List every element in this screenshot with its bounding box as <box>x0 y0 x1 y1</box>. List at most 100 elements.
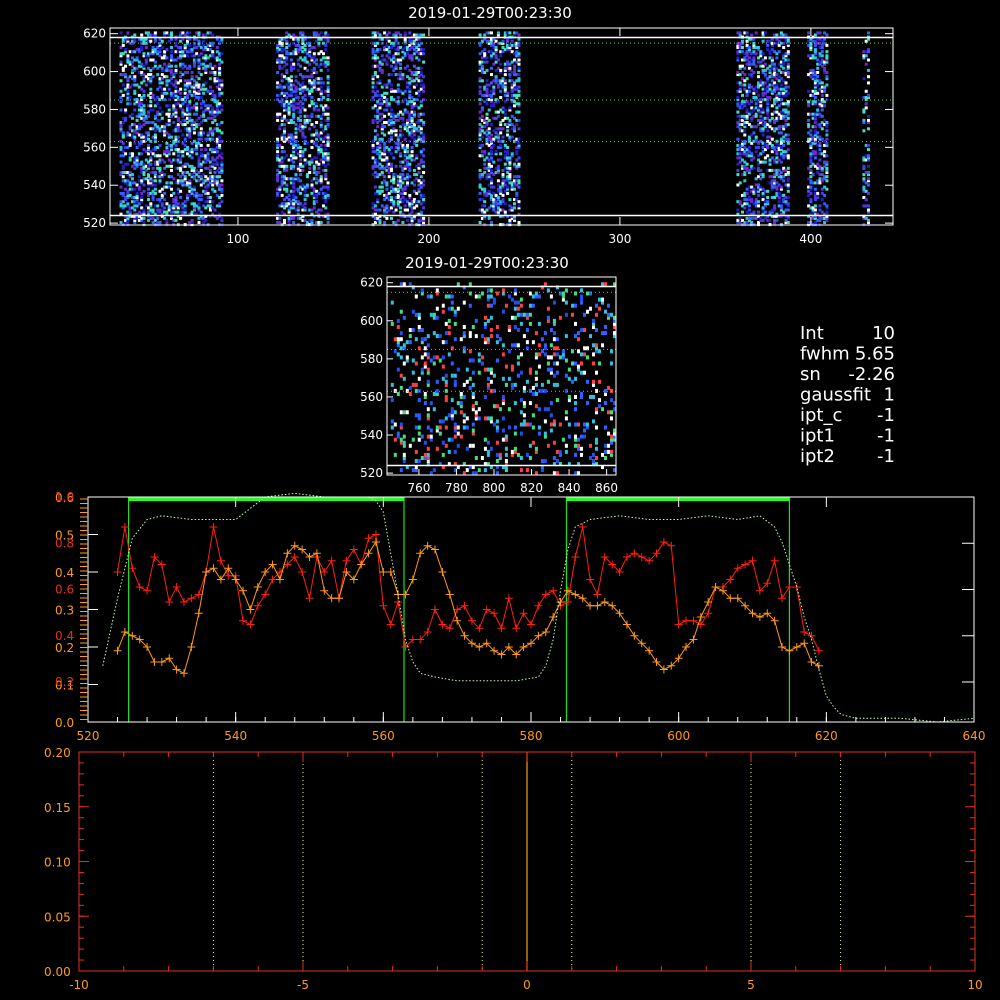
heatmap-cell <box>373 71 377 74</box>
heatmap-cell <box>179 196 183 199</box>
heatmap-cell <box>444 321 448 326</box>
heatmap-cell <box>303 56 307 60</box>
heatmap-cell <box>816 66 820 70</box>
heatmap-cell <box>741 93 744 97</box>
heatmap-cell <box>126 202 130 206</box>
heatmap-cell <box>326 112 330 116</box>
heatmap-cell <box>156 216 160 220</box>
heatmap-cell <box>399 346 403 351</box>
heatmap-cell <box>775 56 779 60</box>
heatmap-cell <box>459 392 463 396</box>
heatmap-cell <box>199 106 203 110</box>
heatmap-cell <box>426 379 430 384</box>
heatmap-cell <box>326 181 330 185</box>
heatmap-cell <box>394 208 398 212</box>
heatmap-cell <box>422 75 426 79</box>
heatmap-cell <box>447 437 451 442</box>
figure-canvas: 2019-01-29T00:23:30 100 200 300 40052054056… <box>44 4 985 992</box>
heatmap-cell <box>499 62 503 66</box>
heatmap-cell <box>417 312 421 317</box>
heatmap-cell <box>163 87 167 91</box>
heatmap-cell <box>422 154 426 158</box>
heatmap-cell <box>319 175 323 179</box>
x-tick-label: 300 <box>608 232 631 246</box>
heatmap-cell <box>503 108 507 112</box>
heatmap-cell <box>199 148 203 152</box>
heatmap-cell <box>422 112 426 116</box>
heatmap-cell <box>287 193 291 197</box>
heatmap-cell <box>757 71 760 74</box>
heatmap-cell <box>406 218 409 222</box>
heatmap-cell <box>423 440 427 445</box>
heatmap-cell <box>750 100 754 104</box>
heatmap-cell <box>402 376 406 381</box>
heatmap-cell <box>420 328 424 332</box>
heatmap-cell <box>779 204 783 208</box>
heatmap-cell <box>414 459 418 463</box>
heatmap-cell <box>503 210 507 214</box>
heatmap-cell <box>813 100 817 104</box>
heatmap-cell <box>390 152 393 156</box>
heatmap-cell <box>131 177 134 181</box>
heatmap-cell <box>490 133 493 137</box>
heatmap-cell <box>160 116 164 120</box>
heatmap-cell <box>215 150 219 154</box>
heatmap-cell <box>410 150 414 154</box>
heatmap-cell <box>283 123 286 127</box>
heatmap-cell <box>326 106 330 110</box>
heatmap-cell <box>813 48 817 52</box>
heatmap-cell <box>786 202 790 206</box>
heatmap-cell <box>459 401 463 406</box>
heatmap-cell <box>308 154 312 158</box>
heatmap-cell <box>766 196 770 199</box>
heatmap-cell <box>131 116 134 120</box>
heatmap-cell <box>517 118 521 122</box>
heatmap-cell <box>444 395 448 399</box>
heatmap-cell <box>411 437 415 442</box>
heatmap-cell <box>197 77 201 81</box>
heatmap-cell <box>174 68 178 72</box>
heatmap-cell <box>419 127 423 131</box>
heatmap-cell <box>305 193 309 197</box>
heatmap-cell <box>383 114 387 118</box>
heatmap-cell <box>170 187 173 191</box>
heatmap-cell <box>299 158 303 162</box>
heatmap-cell <box>390 196 393 199</box>
heatmap-cell <box>508 118 512 122</box>
heatmap-cell <box>763 31 767 35</box>
heatmap-cell <box>818 141 822 145</box>
heatmap-cell <box>172 121 176 124</box>
heatmap-cell <box>438 425 442 430</box>
heatmap-cell <box>190 156 194 160</box>
heatmap-cell <box>289 58 293 62</box>
heatmap-cell <box>441 303 445 308</box>
heatmap-cell <box>399 331 403 336</box>
heatmap-cell <box>490 164 493 168</box>
heatmap-cell <box>763 73 767 77</box>
heatmap-cell <box>385 156 389 160</box>
heatmap-cell <box>867 171 870 174</box>
heatmap-cell <box>496 164 500 168</box>
heatmap-cell <box>126 31 130 35</box>
heatmap-cell <box>310 112 314 116</box>
heatmap-cell <box>752 71 756 74</box>
heatmap-cell <box>149 39 153 43</box>
heatmap-cell <box>462 331 466 336</box>
heatmap-cell <box>121 93 125 97</box>
heatmap-cell <box>158 143 162 147</box>
heatmap-cell <box>786 123 790 127</box>
heatmap-cell <box>825 93 829 97</box>
heatmap-cell <box>373 85 377 89</box>
heatmap-cell <box>399 309 403 314</box>
heatmap-cell <box>406 143 409 147</box>
heatmap-cell <box>147 131 150 135</box>
heatmap-cell <box>456 401 460 406</box>
heatmap-cell <box>757 193 760 197</box>
heatmap-cell <box>312 66 316 70</box>
heatmap-cell <box>326 81 330 85</box>
heatmap-cell <box>499 89 503 93</box>
heatmap-cell <box>183 100 187 104</box>
heatmap-cell <box>754 64 758 68</box>
heatmap-cell <box>390 419 394 424</box>
heatmap-cell <box>326 75 330 79</box>
